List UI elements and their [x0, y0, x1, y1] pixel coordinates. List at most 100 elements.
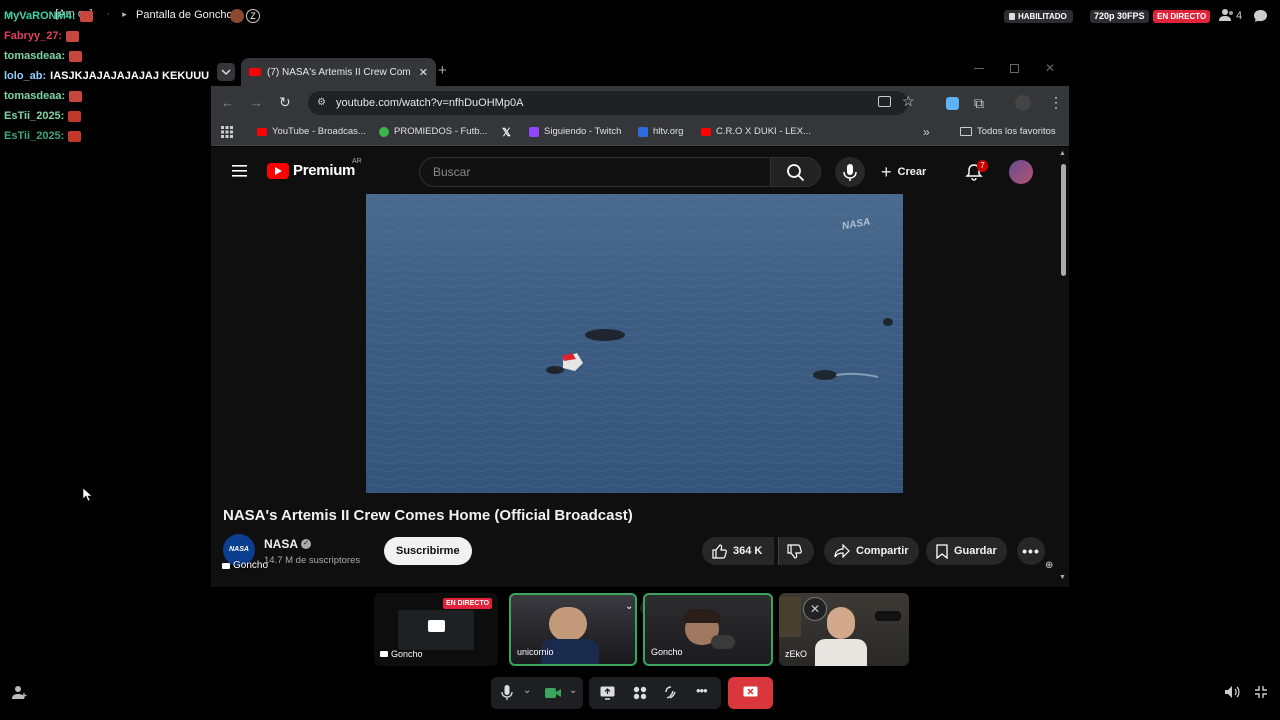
- shelf: [779, 597, 801, 637]
- bookmark-cro-duki[interactable]: C.R.O X DUKI - LEX...: [701, 126, 811, 137]
- all-bookmarks-folder[interactable]: Todos los favoritos: [960, 126, 1056, 137]
- voice-search-button[interactable]: [835, 157, 865, 187]
- tile-label: Goncho: [380, 649, 423, 659]
- tile-label: zEkO: [785, 649, 807, 659]
- chevron-down-icon[interactable]: ⌄: [625, 601, 633, 612]
- share-label: Compartir: [856, 545, 909, 557]
- microphone-icon[interactable]: [501, 685, 513, 701]
- participant-name: zEkO: [785, 649, 808, 659]
- folder-icon: [960, 127, 972, 136]
- maximize-icon[interactable]: [1010, 64, 1019, 73]
- streamer-name: Goncho: [233, 560, 269, 571]
- participant-tile-zeko[interactable]: ✕ zEkO: [779, 593, 909, 666]
- recovery-boat: [813, 370, 837, 380]
- participant-tile-goncho[interactable]: Goncho: [643, 593, 773, 666]
- subscribe-button[interactable]: Suscribirme: [384, 537, 472, 565]
- viewers-icon[interactable]: [1219, 8, 1235, 22]
- scrollbar-thumb[interactable]: [1061, 164, 1066, 276]
- bookmark-promiedos[interactable]: PROMIEDOS - Futb...: [379, 126, 487, 137]
- emote-icon: [79, 10, 93, 22]
- video-player[interactable]: NASA: [366, 194, 903, 493]
- address-bar[interactable]: ⚙ youtube.com/watch?v=nfhDuOHMp0A ☆: [308, 91, 915, 115]
- exit-fullscreen-icon[interactable]: [1254, 685, 1268, 699]
- channel-name[interactable]: NASA: [264, 537, 298, 551]
- puzzle-icon[interactable]: ⧉: [974, 95, 984, 112]
- activities-icon[interactable]: [633, 686, 647, 700]
- hamburger-menu-icon[interactable]: [232, 165, 247, 177]
- bookmark-x[interactable]: 𝕏: [502, 126, 511, 139]
- minimize-icon[interactable]: [974, 68, 984, 69]
- mic-options-chevron-icon[interactable]: ⌄: [523, 685, 531, 696]
- search-button[interactable]: [771, 157, 821, 187]
- account-avatar[interactable]: [1009, 160, 1033, 184]
- browser-menu-icon[interactable]: ⋮: [1049, 94, 1063, 111]
- more-actions-button[interactable]: •••: [1017, 537, 1045, 565]
- profile-avatar-icon[interactable]: [1015, 95, 1031, 111]
- page-scrollbar[interactable]: ▲ ▼: [1058, 150, 1068, 585]
- volume-icon[interactable]: [1224, 685, 1240, 699]
- chat-message: EsTii_2025:: [4, 126, 224, 146]
- recovery-boat: [883, 318, 893, 326]
- bookmark-icon: [936, 543, 948, 559]
- person-hair: [683, 609, 721, 623]
- screen-share-icon: [222, 562, 230, 569]
- share-button[interactable]: Compartir: [824, 537, 919, 565]
- reload-icon[interactable]: ↻: [279, 94, 291, 111]
- chat-text: IASJKJAJAJAJAJAJ KEKUUU: [50, 70, 210, 82]
- leave-call-icon: [743, 686, 758, 699]
- streamer-tag: Goncho: [222, 560, 268, 571]
- disconnect-button[interactable]: [728, 677, 773, 709]
- participant-tile-unicornio[interactable]: ⌄ unicornio: [509, 593, 637, 666]
- tile-label: Goncho: [651, 647, 683, 657]
- screen-share-button-icon[interactable]: [600, 686, 615, 700]
- zoom-icon[interactable]: ⊕: [1045, 560, 1053, 571]
- soundboard-icon[interactable]: [665, 686, 679, 700]
- new-tab-icon[interactable]: +: [438, 62, 447, 79]
- tab-close-icon[interactable]: ✕: [419, 66, 428, 79]
- forward-arrow-icon[interactable]: →: [250, 95, 263, 110]
- extension-icon[interactable]: [946, 97, 959, 110]
- activity-people-icon[interactable]: [12, 685, 27, 700]
- apps-grid-icon[interactable]: [221, 126, 233, 138]
- scroll-up-icon[interactable]: ▲: [1059, 150, 1066, 157]
- participant-tile-screen[interactable]: EN DIRECTO Goncho: [374, 593, 498, 666]
- camera-icon[interactable]: [545, 687, 561, 699]
- chat-username: Fabryy_27:: [4, 30, 63, 42]
- bookmark-hltv[interactable]: hltv.org: [638, 126, 683, 137]
- thumbs-down-icon: [787, 543, 802, 559]
- camera-options-chevron-icon[interactable]: ⌄: [569, 685, 577, 696]
- create-button[interactable]: + Crear: [881, 157, 926, 187]
- like-button[interactable]: 364 K: [702, 537, 775, 565]
- more-options-icon[interactable]: •••: [696, 683, 708, 698]
- tab-search-icon[interactable]: [217, 63, 235, 81]
- url-text: youtube.com/watch?v=nfhDuOHMp0A: [336, 97, 524, 109]
- plus-icon: +: [881, 161, 892, 182]
- dislike-button[interactable]: [778, 537, 814, 565]
- mic-camera-group: ⌄ ⌄: [491, 677, 583, 709]
- browser-tab[interactable]: (7) NASA's Artemis II Crew Com ✕: [241, 58, 436, 86]
- window-close-icon[interactable]: ✕: [1045, 61, 1055, 75]
- save-button[interactable]: Guardar: [926, 537, 1007, 565]
- notification-count: 7: [977, 160, 988, 172]
- promiedos-icon: [379, 126, 389, 137]
- more-bookmarks-icon[interactable]: »: [923, 125, 930, 139]
- youtube-logo[interactable]: Premium: [267, 162, 355, 179]
- bookmark-youtube[interactable]: YouTube - Broadcas...: [257, 126, 366, 137]
- chat-username: MyVaRONM4:: [4, 10, 76, 22]
- headset: [711, 635, 735, 649]
- thumbs-up-icon: [712, 543, 727, 559]
- youtube-play-icon: [267, 162, 289, 179]
- chat-bubble-icon[interactable]: [1253, 9, 1268, 23]
- site-info-icon[interactable]: ⚙: [317, 97, 326, 108]
- chat-message: EsTii_2025:: [4, 106, 224, 126]
- cast-icon[interactable]: [878, 96, 891, 107]
- bookmark-star-icon[interactable]: ☆: [902, 93, 915, 110]
- x-avatar-icon: ✕: [803, 597, 827, 621]
- search-input[interactable]: Buscar: [419, 157, 771, 187]
- bookmark-label: YouTube - Broadcas...: [272, 126, 366, 137]
- all-bookmarks-label: Todos los favoritos: [977, 126, 1056, 137]
- back-arrow-icon[interactable]: ←: [221, 95, 234, 110]
- bookmark-twitch[interactable]: Siguiendo - Twitch: [529, 126, 621, 137]
- scroll-down-icon[interactable]: ▼: [1059, 574, 1066, 581]
- browser-toolbar: ← → ↻ ⚙ youtube.com/watch?v=nfhDuOHMp0A …: [211, 86, 1069, 120]
